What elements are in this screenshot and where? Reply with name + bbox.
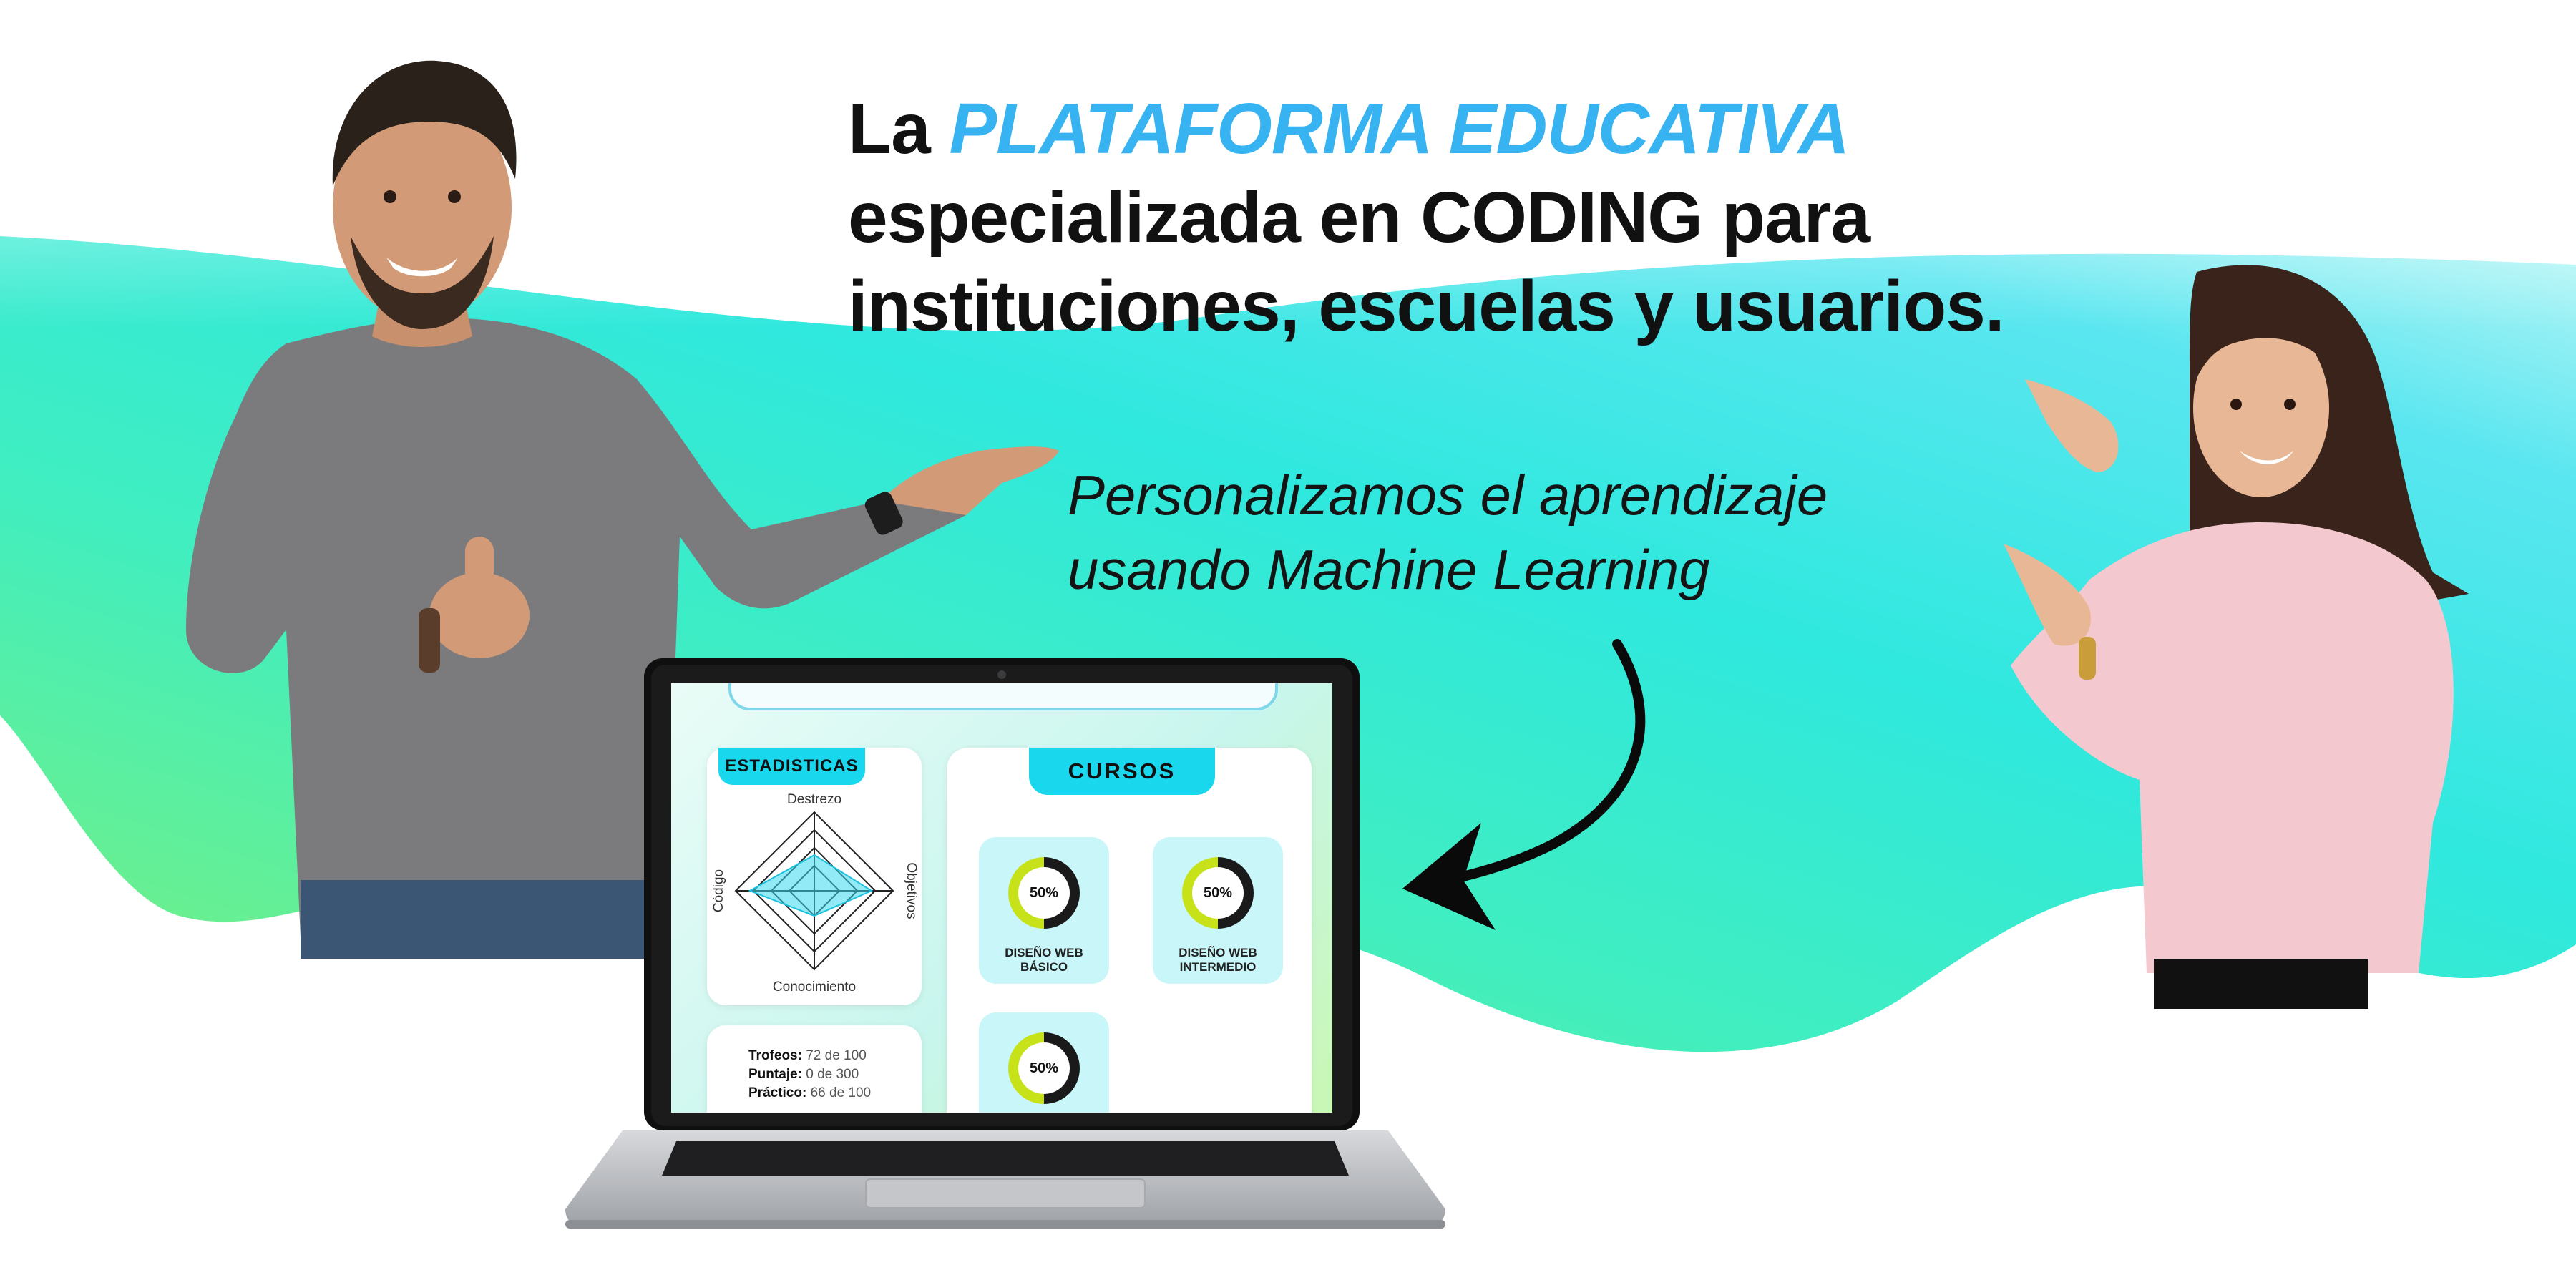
course-name: DISEÑO WEB BÁSICO: [979, 946, 1109, 975]
person-right-image: [2004, 265, 2469, 1009]
radar-label-left: Código: [711, 869, 726, 912]
courses-tab[interactable]: CURSOS: [1029, 748, 1215, 795]
course-name-line: INTERMEDIO: [1179, 960, 1257, 974]
radar-label-top: Destrezo: [787, 792, 841, 807]
metric-row: Práctico: 66 de 100: [748, 1084, 922, 1103]
headline-line-2: especializada en CODING para: [848, 177, 1870, 258]
course-progress-ring: 50%: [1182, 857, 1254, 929]
course-name-line: DISEÑO WEB: [1005, 946, 1083, 959]
metric-value: 66 de 100: [810, 1085, 872, 1100]
headline: La PLATAFORMA EDUCATIVA especializada en…: [848, 84, 2005, 351]
stats-tab[interactable]: ESTADISTICAS: [718, 748, 865, 785]
course-percent: 50%: [1018, 867, 1070, 919]
course-name: DISEÑO WEB INTERMEDIO: [1153, 946, 1283, 975]
headline-line-1: La PLATAFORMA EDUCATIVA: [848, 84, 2004, 173]
course-percent: 50%: [1018, 1042, 1070, 1094]
course-card[interactable]: 50% DISEÑO WEB BÁSICO: [979, 837, 1109, 984]
laptop-screen: ESTADISTICAS Destrezo Conocimiento Códig…: [671, 683, 1332, 1113]
radar-label-right: Objetivos: [904, 862, 919, 919]
headline-line-3: instituciones, escuelas y usuarios.: [848, 266, 2005, 346]
subtitle-line-2: usando Machine Learning: [1068, 538, 1710, 601]
metric-label: Trofeos:: [748, 1048, 802, 1063]
headline-prefix: La: [848, 89, 950, 169]
course-progress-ring: 50%: [1008, 1032, 1080, 1104]
laptop-mockup: ESTADISTICAS Destrezo Conocimiento Códig…: [551, 655, 1460, 1234]
metric-label: Puntaje:: [748, 1067, 802, 1082]
courses-panel: CURSOS 50% DISEÑO WEB BÁSICO 50% DISEÑO …: [947, 748, 1312, 1113]
course-name-line: DISEÑO WEB: [1179, 946, 1257, 959]
radar-chart: Destrezo Conocimiento Código Objetivos: [711, 792, 919, 995]
screen-top-bar: [728, 683, 1278, 710]
metric-row: Puntaje: 0 de 300: [748, 1065, 922, 1084]
course-percent: 50%: [1192, 867, 1244, 919]
metric-row: Trofeos: 72 de 100: [748, 1047, 922, 1065]
course-name-line: BÁSICO: [1020, 960, 1068, 974]
course-card[interactable]: 50%: [979, 1012, 1109, 1113]
hero-banner: La PLATAFORMA EDUCATIVA especializada en…: [0, 0, 2576, 1270]
metric-value: 72 de 100: [806, 1048, 867, 1063]
subtitle-line-1: Personalizamos el aprendizaje: [1068, 464, 1828, 527]
headline-highlight: PLATAFORMA EDUCATIVA: [949, 89, 1850, 169]
subtitle: Personalizamos el aprendizaje usando Mac…: [1068, 458, 1828, 607]
radar-label-bottom: Conocimiento: [773, 980, 856, 995]
metric-label: Práctico:: [748, 1085, 807, 1100]
course-card[interactable]: 50% DISEÑO WEB INTERMEDIO: [1153, 837, 1283, 984]
metrics-card: Trofeos: 72 de 100 Puntaje: 0 de 300 Prá…: [707, 1025, 922, 1113]
course-progress-ring: 50%: [1008, 857, 1080, 929]
stats-card: ESTADISTICAS Destrezo Conocimiento Códig…: [707, 748, 922, 1005]
metric-value: 0 de 300: [806, 1067, 859, 1082]
